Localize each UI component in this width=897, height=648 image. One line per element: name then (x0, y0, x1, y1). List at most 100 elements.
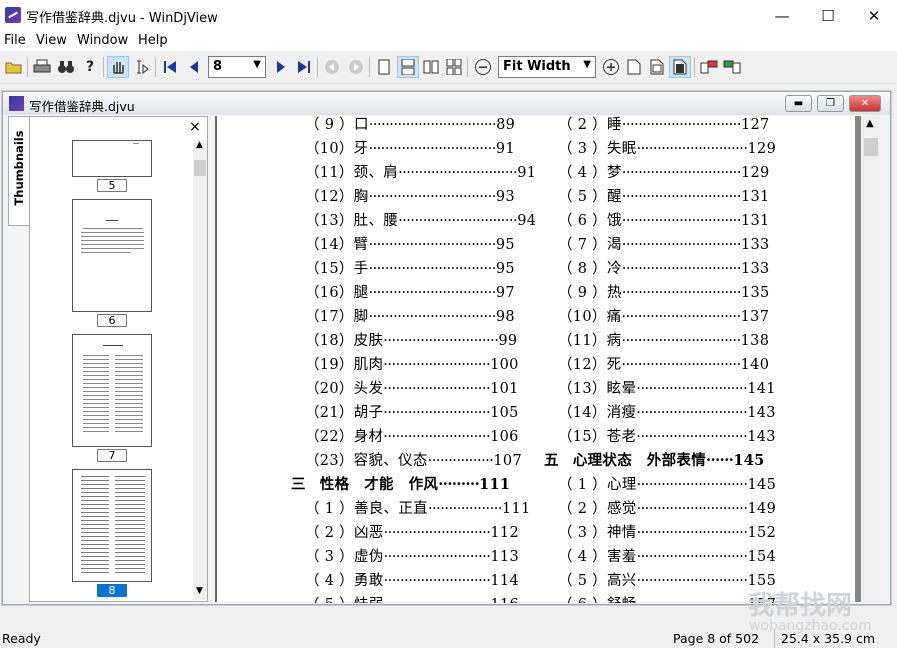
menu-bar: File View Window Help (0, 31, 897, 51)
toc-num: （12） (558, 357, 607, 373)
toc-num: （ 2 ） (305, 525, 354, 541)
toc-dots: ·························· (383, 429, 491, 445)
toc-num: 五 (544, 452, 559, 469)
maximize-button[interactable]: ☐ (805, 0, 851, 31)
toc-text: 身材 (353, 429, 384, 445)
toc-num: （ 3 ） (558, 525, 607, 541)
tab-thumbnails[interactable]: Thumbnails (8, 116, 29, 226)
hand-tool-icon[interactable] (107, 56, 129, 78)
toc-page: 129 (747, 141, 777, 157)
toc-text: 失眠 (606, 141, 637, 157)
toc-text: 颈、肩 (353, 165, 399, 181)
toc-text: 头发 (353, 381, 384, 397)
select-text-icon[interactable] (131, 56, 153, 78)
rotate-right-icon[interactable] (721, 56, 743, 78)
toc-page: 138 (740, 333, 770, 349)
scroll-down-icon[interactable]: ▼ (196, 586, 203, 596)
thumbnail-page-5[interactable] (72, 140, 152, 177)
menu-window[interactable]: Window (77, 33, 128, 48)
toc-entry: （14）臂·······························95 (305, 233, 515, 254)
first-page-icon[interactable] (159, 56, 181, 78)
toc-entry: （ 4 ）害羞···························154 (558, 545, 776, 566)
toc-page: 141 (747, 381, 776, 397)
toc-num: （18） (305, 333, 354, 349)
toc-num: （ 1 ） (558, 477, 607, 493)
toc-dots: ····························· (621, 189, 742, 205)
find-binoculars-icon[interactable] (55, 56, 77, 78)
toc-page: 111 (501, 501, 531, 517)
thumbnails-close-icon[interactable]: × (189, 119, 201, 135)
toc-entry: （12）胸·······························93 (305, 185, 515, 206)
toc-page: 140 (740, 357, 770, 373)
toc-page: 107 (493, 453, 522, 469)
zoom-value: Fit Width (503, 59, 571, 74)
status-page: Page 8 of 502 (673, 631, 760, 646)
toc-text: 凶恶 (353, 525, 384, 541)
page-number-field[interactable]: 8 ▼ (208, 56, 266, 78)
watermark-url: wobangzhao.com (749, 618, 872, 634)
back-icon[interactable] (321, 56, 343, 78)
print-icon[interactable] (31, 56, 53, 78)
minimize-button[interactable]: — (759, 0, 805, 31)
rotate-left-icon[interactable] (698, 56, 720, 78)
continuous-facing-icon[interactable] (443, 56, 465, 78)
toc-num: （22） (305, 429, 354, 445)
zoom-in-icon[interactable] (600, 56, 622, 78)
fit-width-icon[interactable] (669, 56, 691, 78)
continuous-page-icon[interactable] (397, 56, 419, 78)
separator (103, 57, 104, 77)
thumbnail-page-7[interactable] (72, 334, 152, 447)
scroll-up-icon[interactable]: ▲ (196, 140, 203, 150)
fit-page-icon[interactable] (646, 56, 668, 78)
toc-dots: ··························· (636, 141, 748, 157)
menu-file[interactable]: File (4, 33, 26, 48)
single-page-icon[interactable] (373, 56, 395, 78)
menu-view[interactable]: View (36, 33, 67, 48)
zoom-select[interactable]: Fit Width ▼ (498, 56, 596, 78)
toc-dots: ··························· (636, 549, 748, 565)
thumbnail-page-6[interactable] (72, 199, 152, 312)
facing-pages-icon[interactable] (420, 56, 442, 78)
toc-entry: （17）脚·······························98 (305, 305, 515, 326)
doc-close-button[interactable]: ✕ (849, 95, 881, 112)
toc-text: 臂 (353, 237, 369, 253)
toc-page: 105 (490, 405, 519, 421)
thumbnail-page-8[interactable] (72, 469, 152, 582)
toc-dots: ······························· (368, 141, 496, 157)
close-button[interactable]: ✕ (851, 0, 897, 31)
toc-page: 89 (496, 117, 516, 133)
toc-text: 醒 (606, 189, 622, 205)
page-scrollbar[interactable]: ▲ (862, 116, 880, 602)
last-page-icon[interactable] (293, 56, 315, 78)
toc-num: （ 3 ） (558, 141, 607, 157)
toc-dots: ··························· (636, 477, 748, 493)
toc-num: 三 (291, 476, 306, 493)
toc-text: 睡 (606, 117, 622, 133)
toc-num: （ 4 ） (558, 549, 607, 565)
doc-minimize-button[interactable]: ▬ (785, 95, 812, 112)
forward-icon[interactable] (345, 56, 367, 78)
prev-page-icon[interactable] (183, 56, 205, 78)
thumbnails-scrollbar[interactable]: ▲ ▼ (193, 140, 207, 600)
scroll-thumb[interactable] (194, 160, 206, 176)
zoom-out-icon[interactable] (472, 56, 494, 78)
toc-num: （19） (305, 357, 354, 373)
toc-dots: ·················· (427, 501, 502, 517)
toc-dots: ··························· (636, 501, 748, 517)
open-folder-icon[interactable] (3, 56, 25, 78)
toc-entry: （15）苍老···························143 (558, 425, 776, 446)
toc-entry: （ 1 ）心理···························145 (558, 473, 776, 494)
toc-entry: （ 3 ）虚伪··························113 (305, 545, 519, 566)
toc-page: 135 (740, 285, 770, 301)
toc-entry: （18）皮肤····························99 (305, 329, 517, 350)
next-page-icon[interactable] (270, 56, 292, 78)
menu-help[interactable]: Help (138, 33, 168, 48)
scroll-up-icon[interactable]: ▲ (866, 118, 874, 129)
toc-num: （ 4 ） (558, 165, 607, 181)
toc-entry: （ 4 ）梦·····························129 (558, 161, 770, 182)
actual-size-icon[interactable] (623, 56, 645, 78)
scroll-thumb[interactable] (864, 138, 878, 156)
help-icon[interactable]: ? (79, 56, 101, 78)
toc-num: （10） (558, 309, 607, 325)
doc-restore-button[interactable]: ❐ (817, 95, 844, 112)
